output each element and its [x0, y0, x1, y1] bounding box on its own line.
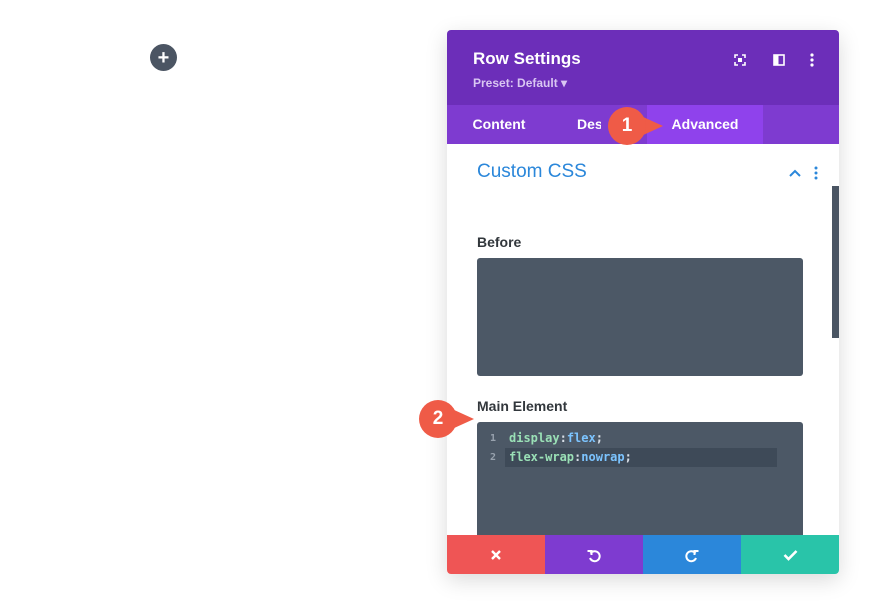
save-button[interactable] — [741, 535, 839, 574]
line-number: 2 — [489, 452, 496, 463]
css-property: flex-wrap — [509, 450, 575, 464]
undo-button[interactable] — [545, 535, 643, 574]
before-label: Before — [477, 234, 522, 250]
page-canvas: + Row Settings Preset: Default ▾ Content… — [0, 0, 880, 607]
code-line: 2 flex-wrap:nowrap; — [477, 448, 777, 467]
split-view-icon[interactable] — [769, 50, 789, 70]
plus-icon: + — [157, 46, 170, 69]
modal-header[interactable]: Row Settings Preset: Default ▾ — [447, 30, 839, 105]
line-number: 1 — [489, 433, 496, 444]
css-value: flex — [566, 431, 596, 445]
code-line: 1 display:flex; — [477, 429, 777, 448]
section-title[interactable]: Custom CSS — [477, 161, 587, 183]
scrollbar-thumb[interactable] — [832, 186, 839, 338]
css-semicolon: ; — [595, 431, 603, 445]
preset-dropdown[interactable]: Preset: Default ▾ — [473, 76, 567, 90]
css-value: nowrap — [581, 450, 625, 464]
code-text: display:flex; — [509, 429, 603, 448]
code-text: flex-wrap:nowrap; — [509, 448, 632, 467]
fullscreen-icon[interactable] — [730, 50, 750, 70]
before-css-editor[interactable] — [477, 258, 803, 376]
css-colon: : — [559, 431, 567, 445]
main-element-label: Main Element — [477, 398, 568, 414]
annotation-marker-2: 2 — [418, 399, 482, 439]
modal-footer — [447, 535, 839, 574]
redo-icon — [685, 549, 699, 562]
settings-body: Custom CSS Before Main Element 1 display… — [447, 144, 839, 535]
chevron-up-icon[interactable] — [786, 164, 804, 182]
tab-content[interactable]: Content — [447, 105, 551, 144]
close-icon — [491, 549, 501, 560]
more-vertical-icon[interactable] — [802, 50, 822, 70]
main-element-css-editor[interactable]: 1 display:flex; 2 flex-wrap:nowrap; — [477, 422, 803, 535]
annotation-marker-1: 1 — [607, 106, 671, 146]
section-more-icon[interactable] — [811, 164, 821, 182]
tab-design[interactable]: Design — [551, 105, 601, 144]
undo-icon — [587, 549, 601, 562]
annotation-number: 2 — [432, 408, 444, 429]
css-semicolon: ; — [624, 450, 632, 464]
modal-title: Row Settings — [473, 49, 581, 68]
redo-button[interactable] — [643, 535, 741, 574]
checkmark-icon — [783, 549, 797, 561]
add-row-button[interactable]: + — [150, 44, 177, 71]
css-property: display — [509, 431, 560, 445]
annotation-number: 1 — [621, 115, 633, 136]
cancel-button[interactable] — [447, 535, 545, 574]
